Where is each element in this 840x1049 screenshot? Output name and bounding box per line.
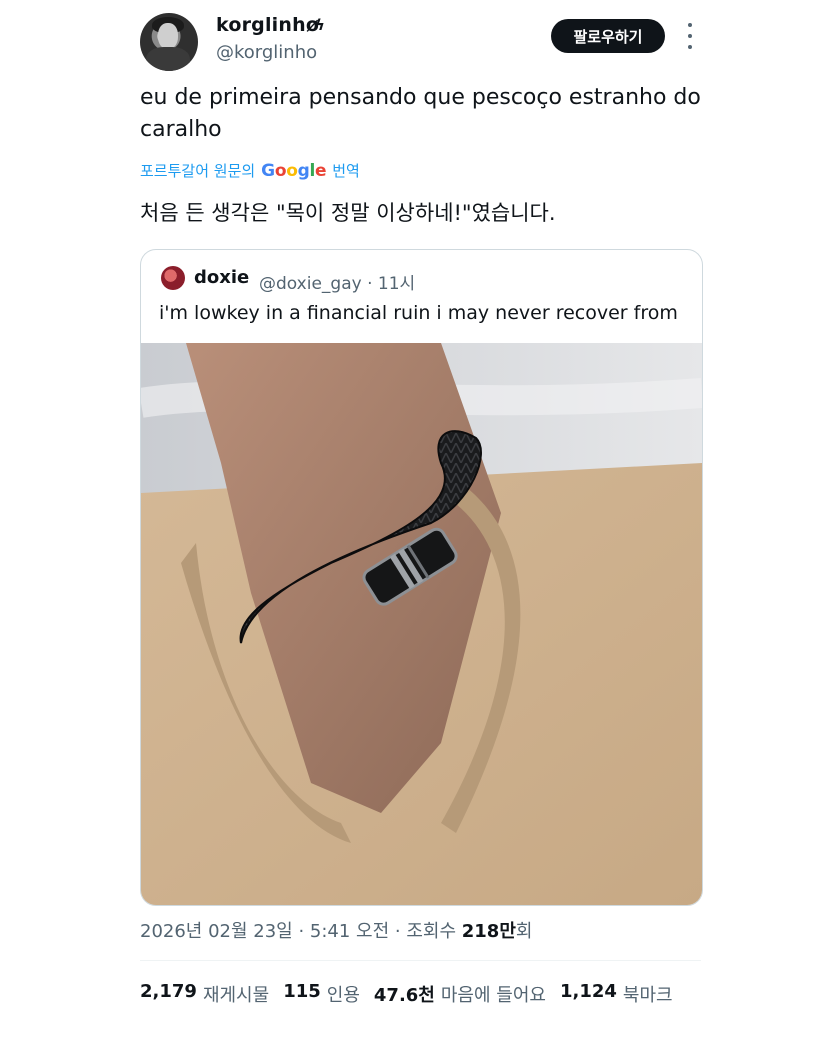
tweet-timestamp[interactable]: 2026년 02월 23일 · 5:41 오전 · 조회수 218만회 [140, 917, 532, 943]
timestamp-date-time: 2026년 02월 23일 · 5:41 오전 · 조회수 [140, 921, 457, 942]
quote-author-handle-time: @doxie_gay · 11시 [259, 274, 416, 294]
views-unit: 회 [515, 921, 533, 942]
stat-label: 인용 [326, 985, 360, 1006]
quote-author-avatar [161, 266, 185, 290]
views-count: 218만 [461, 921, 516, 942]
translate-suffix: 번역 [332, 162, 360, 180]
stat-quotes[interactable]: 115 인용 [283, 981, 360, 1007]
author-badge: ϟ [315, 16, 325, 34]
stat-label: 재게시물 [202, 985, 270, 1006]
follow-button[interactable]: 팔로우하기 [551, 19, 665, 53]
author-name[interactable]: korglinhø [216, 14, 319, 36]
stat-number: 115 [283, 981, 321, 1002]
quote-author-name: doxie [194, 267, 250, 288]
translate-link[interactable]: 포르투갈어 원문의 Google 번역 [140, 160, 360, 181]
stat-number: 2,179 [140, 981, 197, 1002]
translate-prefix: 포르투갈어 원문의 [140, 162, 256, 180]
divider [140, 960, 701, 961]
quoted-tweet-image[interactable] [141, 343, 702, 905]
stat-label: 마음에 들어요 [440, 985, 546, 1006]
stat-bookmarks[interactable]: 1,124 북마크 [560, 981, 673, 1007]
quote-text: i'm lowkey in a financial ruin i may nev… [159, 302, 678, 324]
quoted-tweet-card[interactable]: doxie @doxie_gay · 11시 i'm lowkey in a f… [140, 249, 703, 906]
stat-label: 북마크 [622, 985, 673, 1006]
more-dot [688, 23, 692, 27]
translated-text: 처음 든 생각은 "목이 정말 이상하네!"였습니다. [140, 201, 556, 225]
more-dot [688, 34, 692, 38]
stat-number: 1,124 [559, 981, 617, 1002]
more-options-icon[interactable] [686, 23, 694, 49]
stat-likes[interactable]: 47.6천 마음에 들어요 [374, 981, 546, 1007]
google-logo: Google [261, 160, 327, 181]
avatar-face [158, 23, 178, 49]
more-dot [688, 45, 692, 49]
engagement-stats: 2,179 재게시물 115 인용 47.6천 마음에 들어요 1,124 북마… [140, 981, 673, 1007]
tweet-text: eu de primeira pensando que pescoço estr… [140, 85, 701, 142]
stat-reposts[interactable]: 2,179 재게시물 [140, 981, 269, 1007]
avatar-body [146, 47, 190, 71]
author-avatar[interactable] [140, 13, 198, 71]
stat-number: 47.6천 [373, 985, 435, 1006]
author-handle[interactable]: @korglinho [216, 42, 317, 63]
